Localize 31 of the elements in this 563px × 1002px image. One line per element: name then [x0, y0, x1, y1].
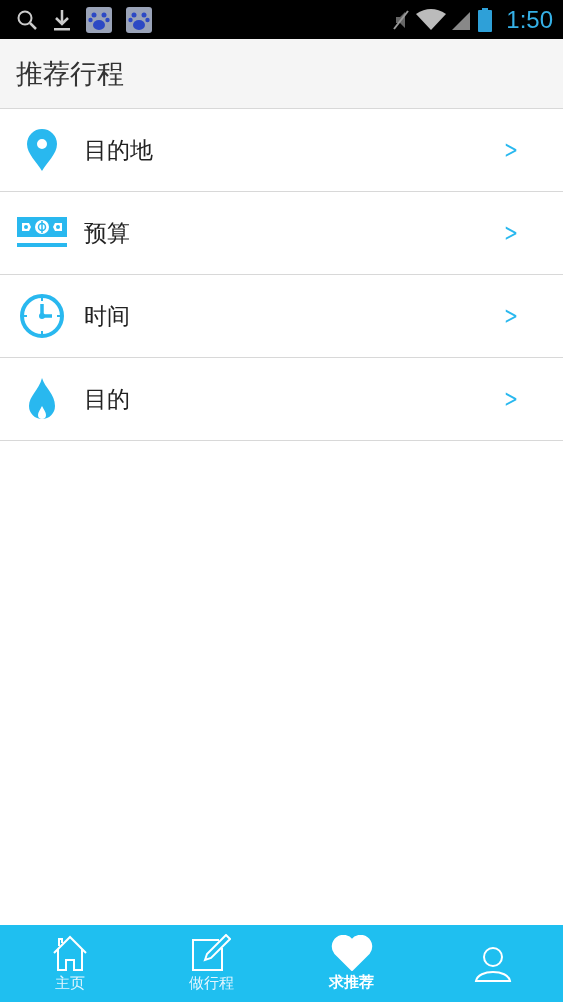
- paw-app-icon: [86, 6, 112, 33]
- item-label: 时间: [84, 301, 131, 331]
- clock-time: 1:50: [506, 5, 553, 34]
- paw-app-icon: [126, 6, 152, 33]
- muted-icon: [392, 8, 411, 31]
- page-title: 推荐行程: [16, 56, 124, 91]
- tab-label: 做行程: [188, 974, 234, 993]
- clock-icon: [19, 293, 65, 339]
- banknote-icon: [17, 217, 67, 249]
- flame-icon: [27, 378, 57, 420]
- search-icon: [16, 8, 38, 31]
- download-icon: [52, 7, 72, 32]
- chevron-icon: >: [503, 136, 518, 164]
- edit-icon: [191, 934, 232, 972]
- list-item[interactable]: 预算 >: [0, 192, 563, 275]
- item-label: 预算: [84, 218, 131, 248]
- location-pin-icon: [27, 129, 57, 171]
- chevron-icon: >: [503, 302, 518, 330]
- item-label: 目的: [84, 384, 131, 414]
- list-item[interactable]: 时间 >: [0, 275, 563, 358]
- chevron-icon: >: [503, 219, 518, 247]
- list-item[interactable]: 目的地 >: [0, 109, 563, 192]
- wifi-icon: [416, 8, 447, 31]
- heart-icon: [330, 935, 373, 971]
- list-item[interactable]: 目的 >: [0, 358, 563, 441]
- user-icon: [472, 944, 513, 983]
- chevron-icon: >: [503, 385, 518, 413]
- tab-label: 求推荐: [329, 973, 375, 992]
- item-label: 目的地: [84, 135, 154, 165]
- tab-label: 主页: [55, 974, 86, 993]
- battery-icon: [478, 7, 493, 32]
